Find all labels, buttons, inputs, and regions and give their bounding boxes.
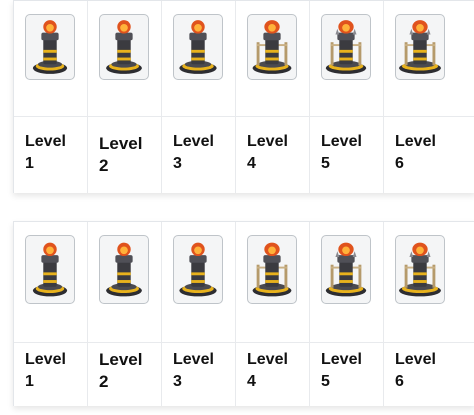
level-label: Level 2: [99, 133, 142, 177]
image-row: [14, 222, 474, 343]
level-label: Level 5: [321, 131, 362, 175]
level-number: 4: [247, 155, 256, 172]
level-label: Level 1: [25, 131, 66, 175]
level-number: 3: [173, 155, 182, 172]
level-label: Level 2: [99, 349, 142, 393]
label-row: Level 1 Level 2 Level 3 Level 4 Level 5 Level…: [14, 117, 474, 193]
image-cell: [236, 222, 310, 342]
level-word: Level: [25, 351, 66, 368]
level-number: 2: [99, 156, 109, 175]
tower-level-3-icon[interactable]: [173, 235, 223, 304]
image-cell: [14, 222, 88, 342]
tower-level-6-icon[interactable]: [395, 235, 445, 304]
image-cell: [236, 1, 310, 116]
tower-level-5-icon[interactable]: [321, 235, 371, 304]
level-word: Level: [99, 134, 143, 153]
level-word: Level: [99, 350, 143, 369]
level-label: Level 4: [247, 349, 288, 393]
level-word: Level: [247, 133, 288, 150]
label-cell: Level 6: [384, 117, 474, 193]
tower-level-5-icon[interactable]: [321, 14, 371, 80]
image-cell: [310, 1, 384, 116]
label-cell: Level 4: [236, 343, 310, 406]
label-cell: Level 6: [384, 343, 474, 406]
label-cell: Level 1: [14, 343, 88, 406]
label-cell: Level 2: [88, 117, 162, 193]
label-cell: Level 5: [310, 117, 384, 193]
level-word: Level: [173, 351, 214, 368]
image-cell: [162, 1, 236, 116]
label-cell: Level 1: [14, 117, 88, 193]
image-cell: [310, 222, 384, 342]
image-cell: [14, 1, 88, 116]
level-number: 5: [321, 373, 330, 390]
level-number: 2: [99, 372, 109, 391]
level-label: Level 3: [173, 349, 214, 393]
tower-level-6-icon[interactable]: [395, 14, 445, 80]
tower-level-4-icon[interactable]: [247, 235, 297, 304]
tower-level-2-icon[interactable]: [99, 235, 149, 304]
level-number: 6: [395, 373, 404, 390]
label-row: Level 1 Level 2 Level 3 Level 4 Level 5 Level…: [14, 343, 474, 406]
image-cell: [88, 1, 162, 116]
tower-level-2-icon[interactable]: [99, 14, 149, 80]
label-cell: Level 3: [162, 117, 236, 193]
level-label: Level 3: [173, 131, 214, 175]
level-table-1: Level 1 Level 2 Level 3 Level 4 Level 5 Level…: [13, 0, 474, 193]
level-word: Level: [25, 133, 66, 150]
level-label: Level 5: [321, 349, 362, 393]
label-cell: Level 4: [236, 117, 310, 193]
level-number: 1: [25, 373, 34, 390]
level-number: 3: [173, 373, 182, 390]
level-label: Level 1: [25, 349, 66, 393]
level-word: Level: [321, 351, 362, 368]
tower-level-1-icon[interactable]: [25, 14, 75, 80]
label-cell: Level 3: [162, 343, 236, 406]
level-number: 1: [25, 155, 34, 172]
image-row: [14, 1, 474, 117]
level-word: Level: [321, 133, 362, 150]
tower-level-3-icon[interactable]: [173, 14, 223, 80]
image-cell: [162, 222, 236, 342]
level-word: Level: [173, 133, 214, 150]
level-table-2: Level 1 Level 2 Level 3 Level 4 Level 5 Level…: [13, 221, 474, 406]
image-cell: [384, 222, 474, 342]
level-number: 6: [395, 155, 404, 172]
label-cell: Level 5: [310, 343, 384, 406]
level-number: 4: [247, 373, 256, 390]
level-number: 5: [321, 155, 330, 172]
level-word: Level: [395, 133, 436, 150]
level-word: Level: [395, 351, 436, 368]
level-label: Level 4: [247, 131, 288, 175]
tower-level-4-icon[interactable]: [247, 14, 297, 80]
level-label: Level 6: [395, 131, 436, 175]
level-word: Level: [247, 351, 288, 368]
label-cell: Level 2: [88, 343, 162, 406]
level-label: Level 6: [395, 349, 436, 393]
image-cell: [88, 222, 162, 342]
image-cell: [384, 1, 474, 116]
tower-level-1-icon[interactable]: [25, 235, 75, 304]
